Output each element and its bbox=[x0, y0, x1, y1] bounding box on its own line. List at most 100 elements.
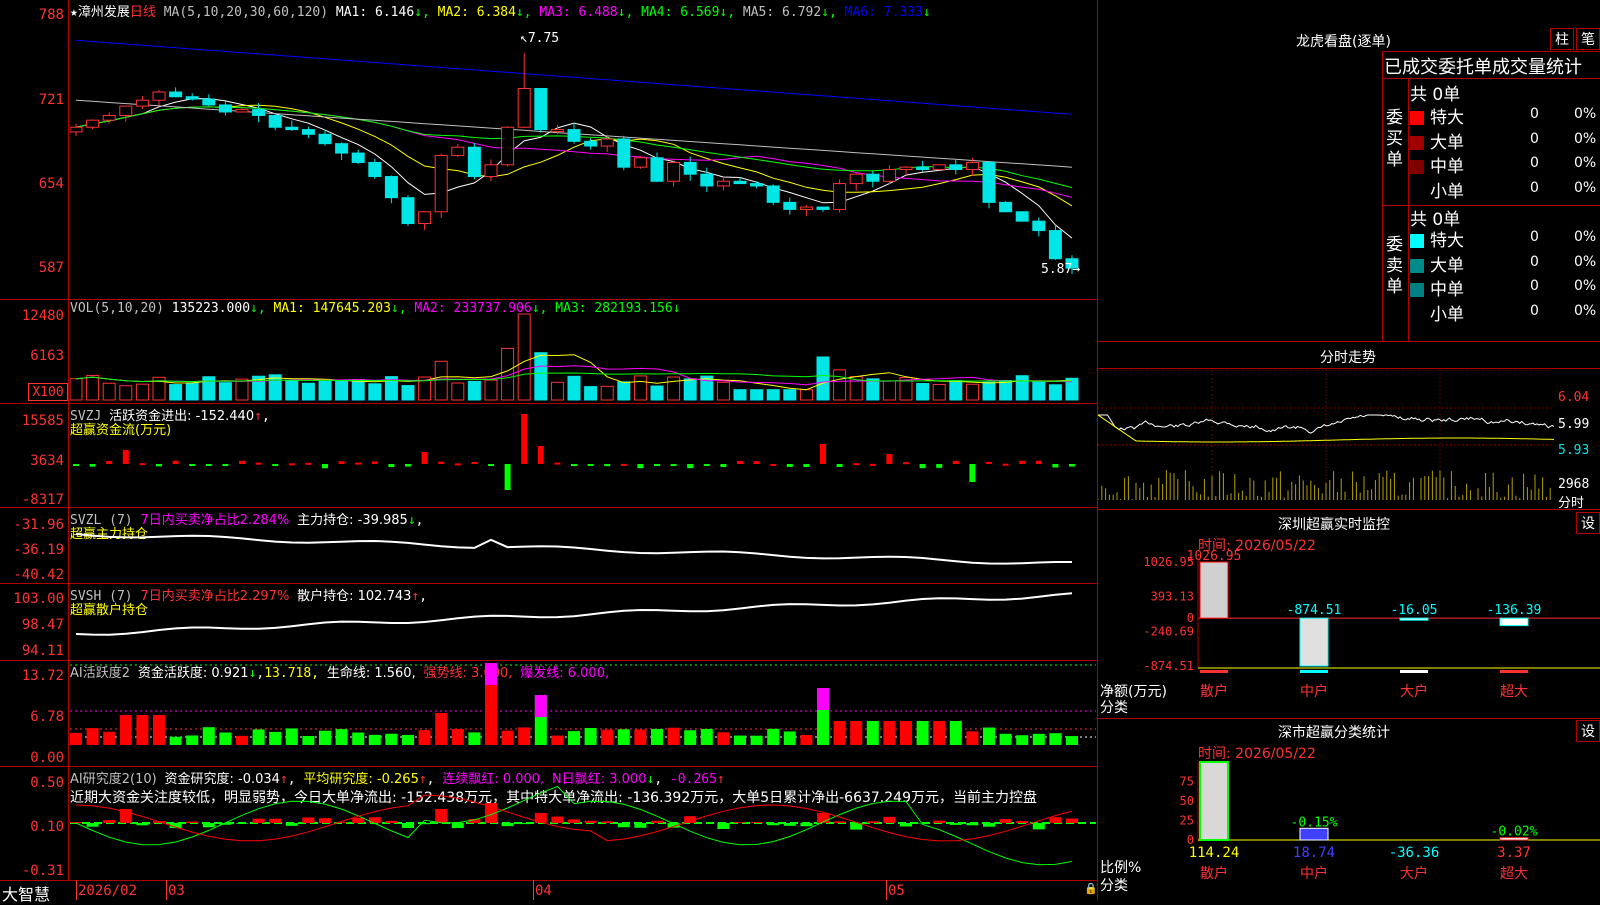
bar-value-label: -136.39 bbox=[1487, 603, 1542, 618]
dragon-title: 龙虎看盘(逐单) bbox=[1296, 31, 1391, 51]
candle-body bbox=[120, 106, 132, 115]
ai-res-tick: 0.50 bbox=[0, 775, 64, 791]
activity-bar bbox=[402, 735, 414, 745]
activity-bar bbox=[502, 731, 514, 745]
candle-body bbox=[236, 110, 248, 112]
ai-research-chart[interactable] bbox=[70, 767, 1096, 879]
ma-line bbox=[76, 107, 1072, 197]
svzj-bar bbox=[455, 463, 461, 465]
activity-bar bbox=[369, 735, 381, 745]
activity-bar bbox=[435, 713, 447, 745]
category-label: 超大 bbox=[1500, 866, 1528, 882]
candle-body bbox=[302, 130, 314, 135]
research-bar bbox=[634, 823, 646, 828]
volume-bar bbox=[518, 314, 530, 400]
activity-bar bbox=[236, 736, 248, 745]
svzj-bar bbox=[538, 446, 544, 464]
order-color-swatch bbox=[1410, 259, 1424, 273]
activity-bar bbox=[983, 728, 995, 745]
activity-bar bbox=[352, 733, 364, 745]
date-label: 2026/02 bbox=[78, 883, 137, 899]
svsh-chart[interactable] bbox=[70, 584, 1096, 659]
candle-body bbox=[717, 181, 729, 186]
volume-bar bbox=[186, 383, 198, 400]
activity-bar bbox=[668, 728, 680, 745]
svzj-bar bbox=[521, 414, 527, 464]
candle-body bbox=[518, 88, 530, 127]
research-bar bbox=[568, 819, 580, 823]
research-bar bbox=[601, 821, 613, 823]
svzj-bar bbox=[355, 463, 361, 465]
candle-body bbox=[103, 115, 115, 120]
volume-chart[interactable] bbox=[70, 310, 1096, 402]
order-row: 小单00% bbox=[1410, 177, 1600, 202]
candle-body bbox=[1000, 202, 1012, 211]
activity-bar bbox=[751, 736, 763, 745]
candle-body bbox=[136, 100, 148, 106]
net-bar bbox=[1500, 618, 1528, 625]
candle-body bbox=[269, 115, 281, 127]
svzj-bar bbox=[604, 464, 610, 466]
candle-body bbox=[551, 130, 563, 132]
activity-bar bbox=[1066, 736, 1078, 745]
svzl-chart[interactable] bbox=[70, 508, 1096, 582]
activity-bar bbox=[286, 728, 298, 745]
category-label: 中户 bbox=[1300, 865, 1328, 882]
volume-bar bbox=[219, 383, 231, 400]
bar-pct-label: -0.02% bbox=[1491, 825, 1538, 840]
volume-bar bbox=[751, 390, 763, 400]
candle-body bbox=[385, 177, 397, 198]
order-row: 中单00% bbox=[1410, 275, 1600, 300]
candlestick-chart[interactable] bbox=[70, 18, 1096, 298]
vol-unit-badge: X100 bbox=[28, 383, 68, 401]
sz-monitor-chart[interactable]: 1026.95393.130-240.69-874.511026.95散户-87… bbox=[1098, 550, 1600, 720]
activity-bar bbox=[385, 734, 397, 745]
activity-burst bbox=[485, 663, 497, 685]
research-bar bbox=[385, 821, 397, 823]
volume-bar bbox=[468, 381, 480, 400]
svzj-bar bbox=[471, 462, 477, 464]
candle-body bbox=[817, 207, 829, 209]
svzj-bar bbox=[737, 461, 743, 464]
svsh-tick: 98.47 bbox=[0, 617, 64, 633]
svzj-bar bbox=[156, 464, 162, 466]
svzj-bar bbox=[90, 464, 96, 467]
main-chart-area[interactable]: ★漳州发展日线 MA(5,10,20,30,60,120) MA1: 6.146… bbox=[0, 0, 1098, 900]
svzj-bar bbox=[1069, 464, 1075, 467]
candle-body bbox=[601, 139, 613, 146]
volume-bar bbox=[1049, 385, 1061, 400]
ai-activity-chart[interactable] bbox=[70, 661, 1096, 765]
y-tick: -874.51 bbox=[1143, 659, 1194, 673]
pen-view-button[interactable]: 笔 bbox=[1576, 28, 1600, 50]
avg-line bbox=[1098, 415, 1554, 442]
bar-view-button[interactable]: 柱 bbox=[1550, 28, 1574, 50]
candle-body bbox=[253, 110, 265, 116]
order-label: 小单 bbox=[1430, 182, 1464, 202]
activity-bar bbox=[933, 721, 945, 745]
svzj-chart[interactable] bbox=[70, 404, 1096, 506]
intraday-chart[interactable] bbox=[1098, 370, 1554, 508]
volume-bar bbox=[302, 383, 314, 400]
cat-marker bbox=[1300, 670, 1328, 673]
volume-bar bbox=[867, 379, 879, 400]
candle-body bbox=[352, 153, 364, 162]
candle-body bbox=[1033, 221, 1045, 230]
activity-bar bbox=[120, 715, 132, 745]
lock-icon[interactable]: 🔒 bbox=[1084, 882, 1098, 895]
cat-marker bbox=[1200, 670, 1228, 673]
candle-body bbox=[70, 127, 82, 132]
svzj-bar bbox=[886, 454, 892, 464]
svzj-bar bbox=[272, 464, 278, 466]
sz-monitor-settings-button[interactable]: 设 bbox=[1576, 512, 1600, 534]
activity-bar bbox=[253, 729, 265, 745]
sz-class-chart[interactable]: 7550250114.24散户-0.15%18.74中户-36.36大户-0.0… bbox=[1098, 758, 1600, 900]
svzj-bar bbox=[173, 461, 179, 464]
right-panel: 龙虎看盘(逐单) 柱 笔 已成交委托单成交量统计 委买单 委卖单 共 0单 共 … bbox=[1098, 0, 1600, 900]
volume-bar bbox=[435, 361, 447, 400]
activity-bar bbox=[850, 721, 862, 745]
svzl-tick: -40.42 bbox=[0, 567, 64, 583]
volume-bar bbox=[717, 382, 729, 400]
svzj-bar bbox=[1036, 461, 1042, 464]
sz-class-settings-button[interactable]: 设 bbox=[1576, 720, 1600, 742]
svzj-bar bbox=[206, 464, 212, 466]
